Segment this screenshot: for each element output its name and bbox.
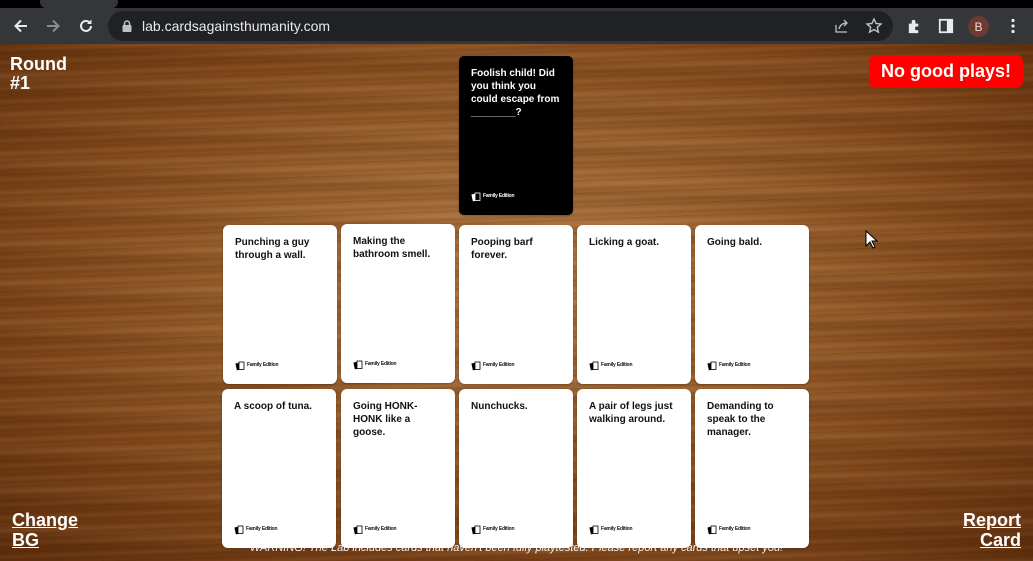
card-text: Making the bathroom smell.	[353, 236, 431, 260]
card-text: Licking a goat.	[589, 237, 660, 248]
card-text: Nunchucks.	[471, 401, 528, 412]
profile-avatar[interactable]: B	[968, 16, 989, 37]
edition-label: Family Edition	[483, 193, 515, 199]
white-card[interactable]: Demanding to speak to the manager. Famil…	[695, 389, 809, 548]
edition-logo: Family Edition	[234, 523, 278, 536]
edition-label: Family Edition	[601, 526, 633, 532]
kebab-menu-icon	[1011, 18, 1015, 34]
star-icon[interactable]	[865, 17, 883, 35]
cards-logo-icon	[471, 361, 481, 370]
report-line1: Report	[963, 510, 1021, 530]
cards-logo-icon	[235, 361, 245, 370]
back-button[interactable]	[9, 14, 33, 38]
reload-icon	[80, 19, 92, 32]
extensions-button[interactable]	[904, 16, 924, 36]
card-text: Going bald.	[707, 237, 762, 248]
cards-logo-icon	[471, 525, 481, 534]
back-arrow-icon	[14, 19, 27, 33]
edition-logo: Family Edition	[707, 359, 751, 372]
edition-logo: Family Edition	[471, 190, 515, 203]
edition-label: Family Edition	[719, 526, 751, 532]
edition-label: Family Edition	[365, 361, 397, 367]
share-icon[interactable]	[833, 17, 851, 35]
white-card[interactable]: A pair of legs just walking around. Fami…	[577, 389, 691, 548]
edition-label: Family Edition	[601, 362, 633, 368]
card-text: A scoop of tuna.	[234, 401, 312, 412]
edition-label: Family Edition	[365, 526, 397, 532]
white-card[interactable]: Licking a goat. Family Edition	[577, 225, 691, 384]
edition-logo: Family Edition	[471, 359, 515, 372]
white-card[interactable]: Pooping barf forever. Family Edition	[459, 225, 573, 384]
white-card[interactable]: Going bald. Family Edition	[695, 225, 809, 384]
reload-button[interactable]	[74, 14, 98, 38]
round-label: Round	[10, 54, 67, 74]
edition-logo: Family Edition	[707, 523, 751, 536]
white-card[interactable]: A scoop of tuna. Family Edition	[222, 389, 336, 548]
white-card[interactable]: Punching a guy through a wall. Family Ed…	[223, 225, 337, 384]
prompt-text: Foolish child! Did you think you could e…	[471, 68, 560, 118]
cards-logo-icon	[353, 360, 363, 369]
tab-strip	[0, 0, 1033, 8]
game-table: Round #1 No good plays! Foolish child! D…	[0, 44, 1033, 561]
card-text: Going HONK-HONK like a goose.	[353, 401, 418, 438]
url-text: lab.cardsagainsthumanity.com	[142, 18, 331, 34]
card-text: Pooping barf forever.	[471, 237, 533, 261]
edition-label: Family Edition	[483, 362, 515, 368]
change-bg-line1: Change	[12, 510, 79, 530]
edition-label: Family Edition	[247, 362, 279, 368]
white-card[interactable]: Going HONK-HONK like a goose. Family Edi…	[341, 389, 455, 548]
edition-logo: Family Edition	[353, 358, 397, 371]
card-text: Punching a guy through a wall.	[235, 237, 310, 261]
cards-logo-icon	[707, 361, 717, 370]
round-number: #1	[10, 73, 31, 93]
white-card[interactable]: Nunchucks. Family Edition	[459, 389, 573, 548]
cards-logo-icon	[471, 192, 481, 201]
address-bar[interactable]: lab.cardsagainsthumanity.com	[108, 11, 893, 41]
edition-logo: Family Edition	[589, 523, 633, 536]
edition-logo: Family Edition	[235, 359, 279, 372]
playtest-warning: WARNING! The Lab includes cards that hav…	[249, 542, 784, 554]
edition-label: Family Edition	[483, 526, 515, 532]
browser-toolbar: lab.cardsagainsthumanity.com B	[0, 8, 1033, 44]
cards-logo-icon	[353, 525, 363, 534]
round-indicator: Round #1	[10, 55, 67, 93]
extensions-puzzle-icon	[908, 19, 918, 33]
edition-logo: Family Edition	[471, 523, 515, 536]
cards-logo-icon	[589, 361, 599, 370]
no-good-plays-button[interactable]: No good plays!	[869, 55, 1023, 88]
card-text: A pair of legs just walking around.	[589, 401, 673, 425]
forward-arrow-icon	[47, 19, 60, 33]
edition-logo: Family Edition	[353, 523, 397, 536]
cards-logo-icon	[589, 525, 599, 534]
chrome-menu-button[interactable]	[1003, 16, 1023, 36]
side-panel-button[interactable]	[936, 16, 956, 36]
side-panel-icon	[938, 18, 954, 34]
forward-button[interactable]	[41, 14, 65, 38]
white-card[interactable]: Making the bathroom smell. Family Editio…	[341, 224, 455, 383]
cards-logo-icon	[707, 525, 717, 534]
card-text: Demanding to speak to the manager.	[707, 401, 774, 438]
edition-label: Family Edition	[246, 526, 278, 532]
edition-label: Family Edition	[719, 362, 751, 368]
mouse-cursor-icon	[865, 230, 879, 249]
lock-icon	[122, 20, 132, 32]
cards-logo-icon	[234, 525, 244, 534]
edition-logo: Family Edition	[589, 359, 633, 372]
black-prompt-card: Foolish child! Did you think you could e…	[459, 56, 573, 215]
active-tab[interactable]	[40, 0, 118, 8]
